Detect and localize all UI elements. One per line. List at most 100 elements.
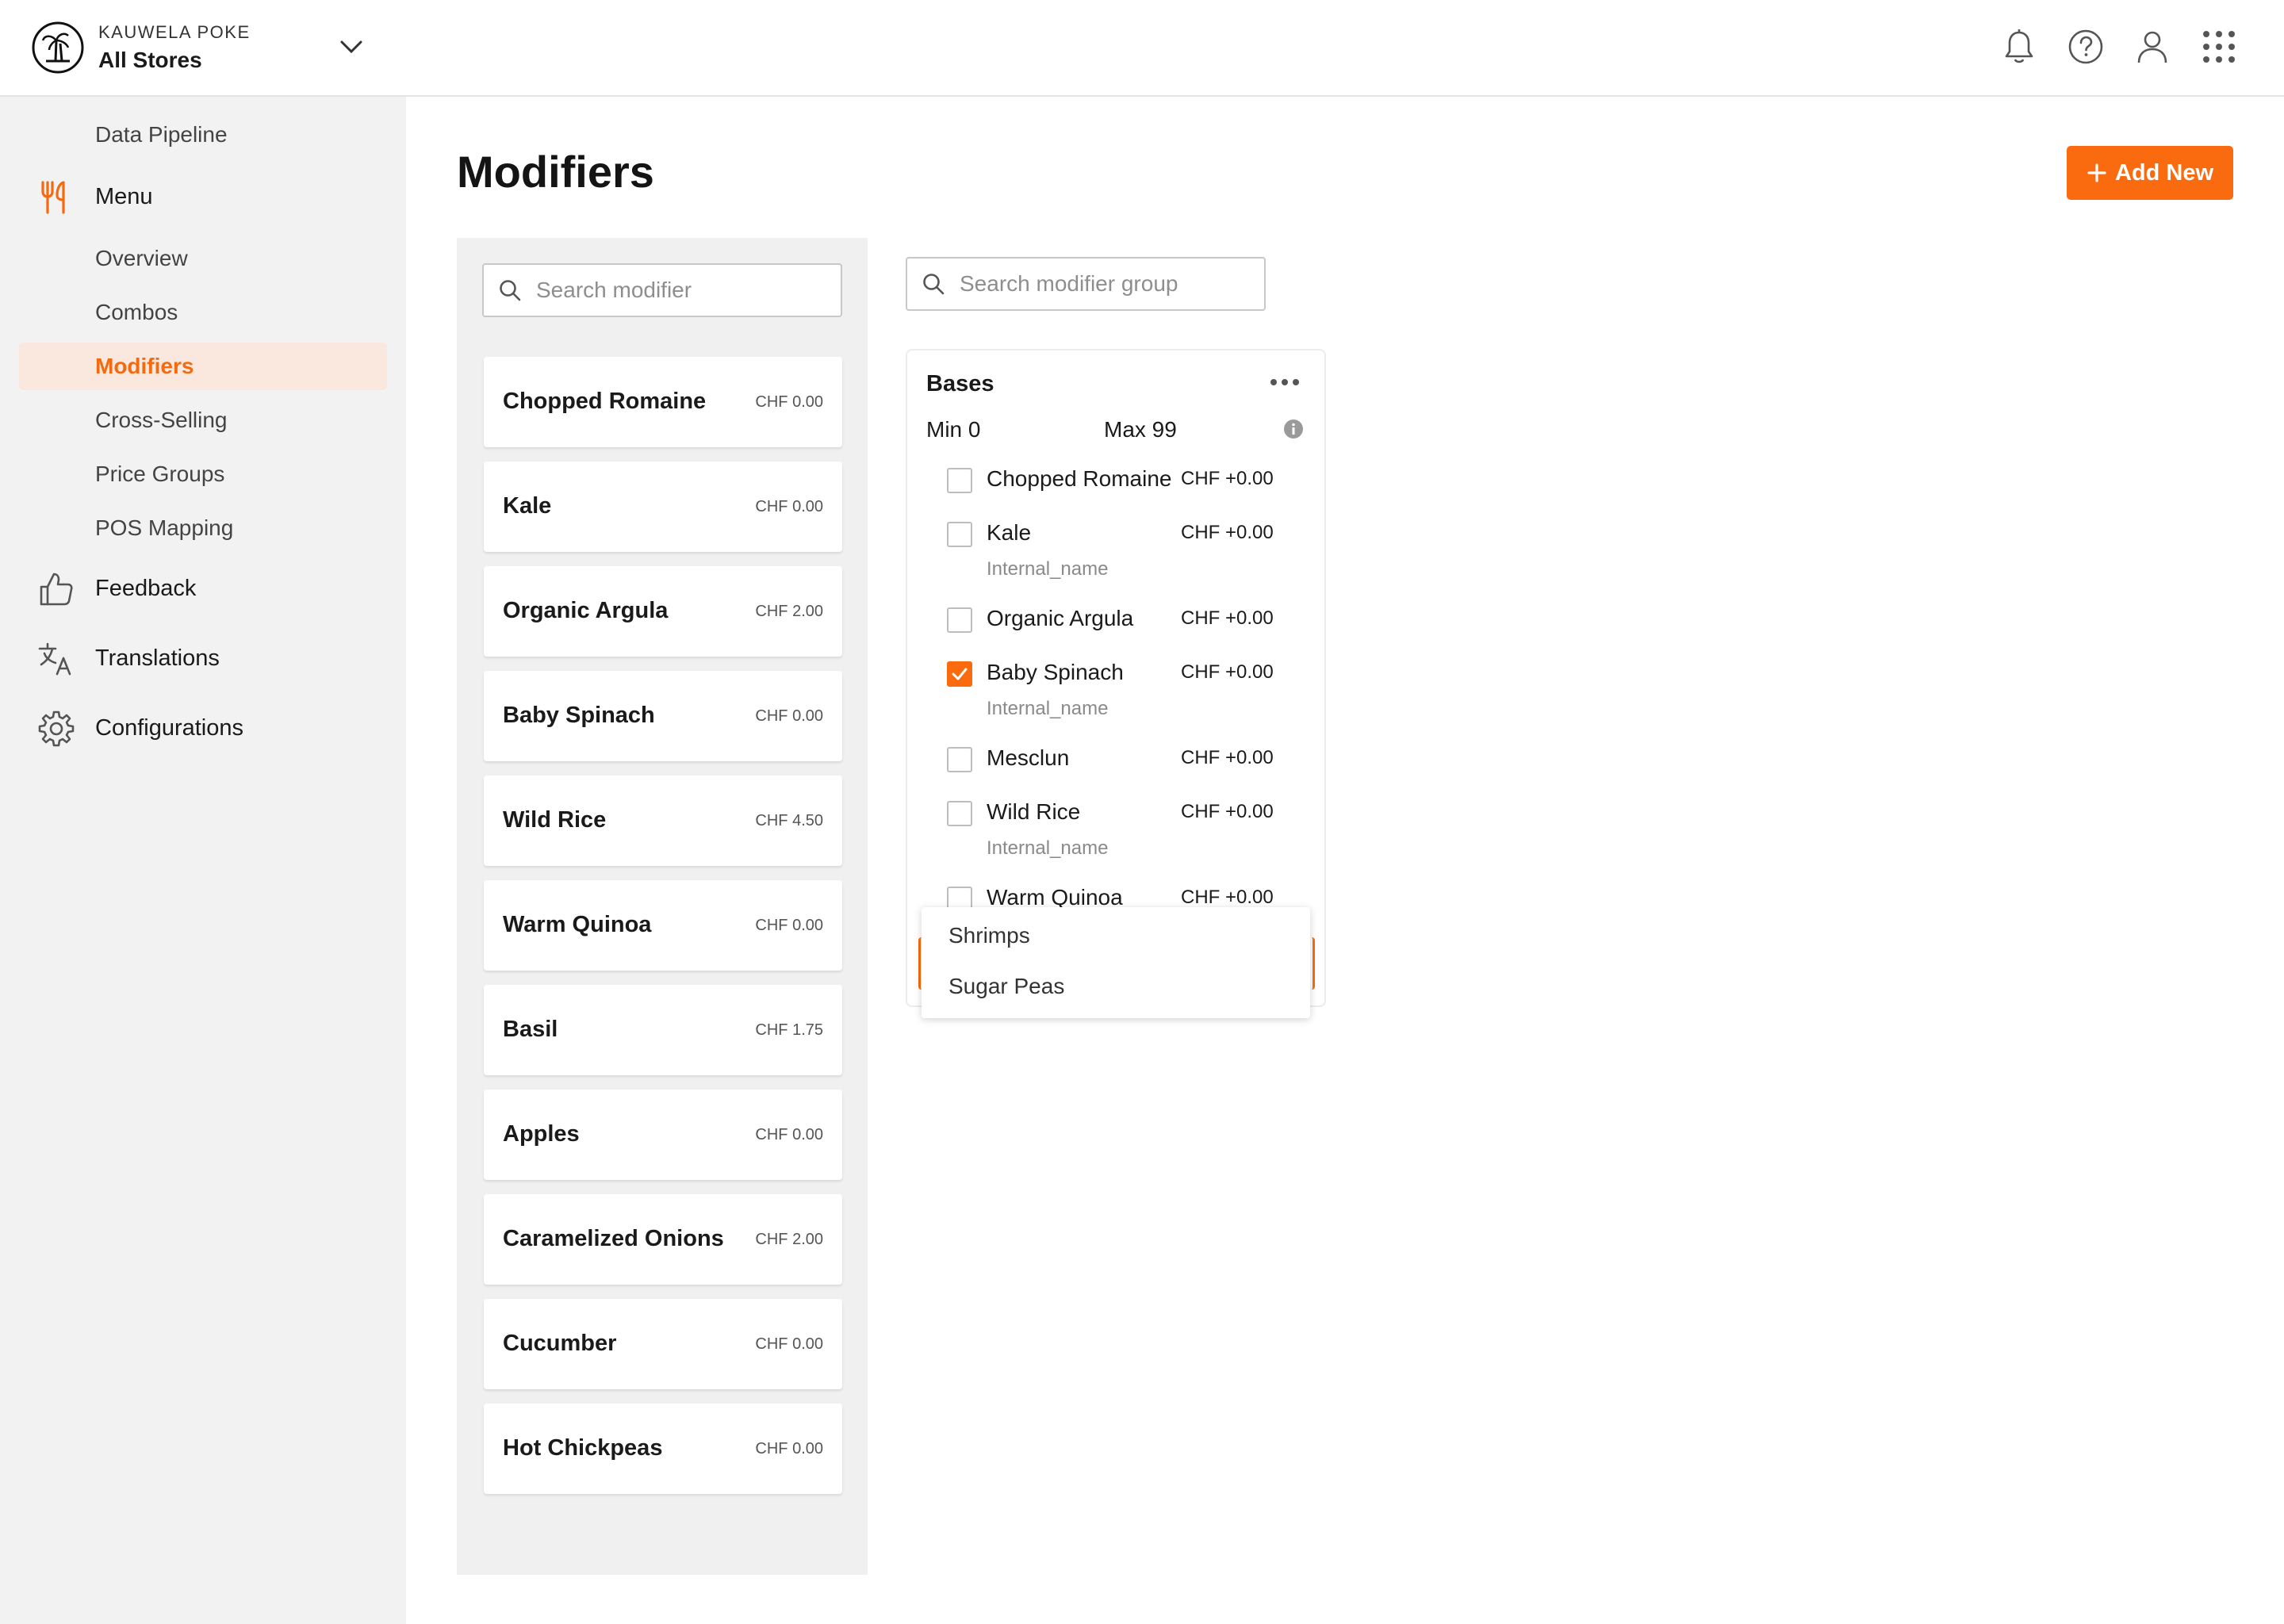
modifier-price: CHF 4.50 [755, 812, 823, 829]
option-checkbox[interactable] [947, 607, 972, 633]
sidebar-item-modifiers[interactable]: Modifiers [95, 354, 194, 379]
modifier-name: Baby Spinach [503, 703, 655, 728]
option-name: Baby Spinach [987, 660, 1124, 684]
modifier-price: CHF 0.00 [755, 393, 823, 411]
option-internal-name: Internal_name [987, 558, 1109, 580]
dropdown-item[interactable]: Shrimps [948, 923, 1030, 948]
option-checkbox[interactable] [947, 468, 972, 493]
more-options-icon[interactable] [1269, 374, 1301, 390]
modifier-price: CHF 0.00 [755, 1440, 823, 1457]
palm-tree-logo-icon [32, 21, 84, 74]
page-title: Modifiers [457, 147, 654, 197]
modifier-price: CHF 0.00 [755, 1335, 823, 1353]
sidebar-item-feedback[interactable]: Feedback [95, 576, 196, 602]
top-header: KAUWELA POKE All Stores [0, 0, 2284, 97]
option-internal-name: Internal_name [987, 698, 1109, 719]
apps-grid-icon[interactable] [2198, 26, 2240, 67]
modifier-card[interactable]: Chopped Romaine CHF 0.00 [484, 357, 842, 447]
group-search-input[interactable] [960, 271, 1245, 297]
translate-icon [36, 639, 76, 679]
modifier-card[interactable]: Warm Quinoa CHF 0.00 [484, 880, 842, 971]
brand-subtitle: KAUWELA POKE [98, 22, 251, 42]
modifier-price: CHF 0.00 [755, 917, 823, 934]
checkmark-icon [952, 668, 968, 680]
modifier-card[interactable]: Cucumber CHF 0.00 [484, 1299, 842, 1389]
modifier-card[interactable]: Hot Chickpeas CHF 0.00 [484, 1404, 842, 1494]
option-name: Kale [987, 520, 1032, 545]
option-checkbox[interactable] [947, 522, 972, 547]
dropdown-item[interactable]: Sugar Peas [948, 974, 1064, 999]
option-checkbox[interactable] [947, 747, 972, 772]
user-icon[interactable] [2132, 26, 2173, 67]
option-price: CHF +0.00 [1181, 747, 1274, 768]
modifier-list-panel: Chopped Romaine CHF 0.00 Kale CHF 0.00 O… [457, 238, 868, 1575]
search-icon [923, 274, 945, 295]
bell-icon[interactable] [1998, 26, 2040, 67]
option-price: CHF +0.00 [1181, 801, 1274, 822]
modifier-price: CHF 0.00 [755, 1126, 823, 1143]
modifier-name: Apples [503, 1121, 580, 1147]
sidebar-active-highlight [19, 343, 387, 390]
modifier-card[interactable]: Organic Argula CHF 2.00 [484, 566, 842, 657]
group-search-box[interactable] [906, 257, 1266, 311]
help-icon[interactable] [2065, 26, 2106, 67]
modifier-name: Hot Chickpeas [503, 1435, 663, 1461]
sidebar-item-overview[interactable]: Overview [95, 246, 188, 271]
group-min: Min 0 [926, 417, 981, 442]
chevron-down-icon[interactable] [339, 38, 363, 56]
modifier-name: Basil [503, 1017, 558, 1042]
modifier-price: CHF 2.00 [755, 603, 823, 620]
modifier-card[interactable]: Apples CHF 0.00 [484, 1090, 842, 1180]
group-max: Max 99 [1104, 417, 1177, 442]
gear-icon [36, 709, 76, 749]
option-checkbox[interactable] [947, 801, 972, 826]
plus-icon [2087, 163, 2106, 182]
modifier-suggestions-dropdown: Shrimps Sugar Peas [922, 907, 1310, 1018]
modifier-name: Organic Argula [503, 598, 669, 623]
modifier-name: Cucumber [503, 1331, 617, 1356]
modifier-price: CHF 1.75 [755, 1021, 823, 1039]
option-internal-name: Internal_name [987, 837, 1109, 859]
option-price: CHF +0.00 [1181, 522, 1274, 543]
modifier-name: Wild Rice [503, 807, 607, 833]
sidebar-item-pos-mapping[interactable]: POS Mapping [95, 515, 233, 541]
modifier-card[interactable]: Caramelized Onions CHF 2.00 [484, 1194, 842, 1285]
sidebar-item-price-groups[interactable]: Price Groups [95, 462, 224, 487]
sidebar-item-combos[interactable]: Combos [95, 300, 178, 325]
sidebar-item-configurations[interactable]: Configurations [95, 715, 243, 741]
modifier-name: Caramelized Onions [503, 1226, 724, 1251]
modifier-price: CHF 0.00 [755, 707, 823, 725]
add-new-label: Add New [2114, 159, 2214, 186]
sidebar: Data Pipeline Menu Overview Combos Modif… [0, 97, 406, 1624]
option-name: Mesclun [987, 745, 1070, 770]
modifier-search-box[interactable] [482, 263, 842, 317]
sidebar-item-data-pipeline[interactable]: Data Pipeline [95, 122, 228, 147]
group-title: Bases [926, 371, 994, 396]
sidebar-item-menu[interactable]: Menu [95, 184, 153, 210]
option-name: Wild Rice [987, 799, 1081, 824]
modifier-name: Kale [503, 493, 552, 519]
modifier-price: CHF 2.00 [755, 1231, 823, 1248]
option-name: Chopped Romaine [987, 466, 1172, 491]
option-price: CHF +0.00 [1181, 887, 1274, 908]
modifier-card[interactable]: Basil CHF 1.75 [484, 985, 842, 1075]
thumbs-up-icon [36, 569, 76, 609]
modifier-search-input[interactable] [536, 278, 822, 303]
info-icon[interactable] [1283, 419, 1304, 439]
option-price: CHF +0.00 [1181, 468, 1274, 489]
add-new-button[interactable]: Add New [2067, 146, 2233, 200]
option-name: Organic Argula [987, 606, 1134, 630]
sidebar-item-translations[interactable]: Translations [95, 645, 220, 672]
option-price: CHF +0.00 [1181, 607, 1274, 629]
modifier-card[interactable]: Wild Rice CHF 4.50 [484, 776, 842, 866]
fork-knife-icon [36, 178, 76, 217]
search-icon [500, 280, 521, 301]
option-price: CHF +0.00 [1181, 661, 1274, 683]
modifier-name: Warm Quinoa [503, 912, 652, 937]
modifier-card[interactable]: Kale CHF 0.00 [484, 462, 842, 552]
modifier-name: Chopped Romaine [503, 389, 707, 414]
sidebar-item-cross-selling[interactable]: Cross-Selling [95, 408, 228, 433]
store-selector-label[interactable]: All Stores [98, 48, 202, 73]
option-checkbox-checked[interactable] [947, 661, 972, 687]
modifier-card[interactable]: Baby Spinach CHF 0.00 [484, 671, 842, 761]
